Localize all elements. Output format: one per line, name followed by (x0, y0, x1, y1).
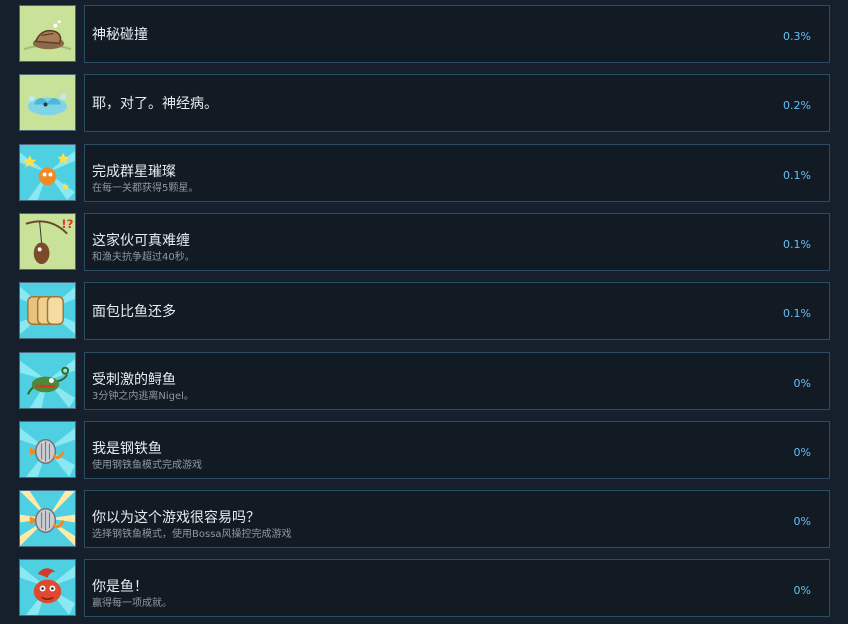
achievement-title: 完成群星璀璨 (92, 164, 176, 180)
unlock-percentage: 0.3% (783, 30, 811, 43)
achievement-row: 受刺激的鲟鱼 3分钟之内逃离Nigel。 0% (0, 352, 848, 410)
achievement-description: 和渔夫抗争超过40秒。 (92, 252, 195, 263)
achievement-title: 神秘碰撞 (92, 27, 148, 43)
star-fish-icon (19, 144, 76, 201)
achievement-panel: 受刺激的鲟鱼 3分钟之内逃离Nigel。 0% (84, 352, 830, 410)
achievement-panel: 这家伙可真难缠和渔夫抗争超过40秒。 0.1% (84, 213, 830, 271)
achievement-row: 神秘碰撞 0.3% (0, 5, 848, 63)
unlock-percentage: 0% (793, 584, 811, 597)
achievement-panel: 耶，对了。神经病。 0.2% (84, 74, 830, 132)
achievement-panel: 你以为这个游戏很容易吗？ 选择钢铁鱼模式，使用Bossa风操控完成游戏 0% (84, 490, 830, 548)
achievement-description: 使用钢铁鱼模式完成游戏 (92, 460, 202, 471)
achievement-title: 耶，对了。神经病。 (92, 96, 218, 112)
iron-fish-icon (19, 421, 76, 478)
achievement-row: !? 这家伙可真难缠和渔夫抗争超过40秒。 0.1% (0, 213, 848, 271)
achievement-title: 你是鱼！ (92, 579, 148, 595)
achievement-description: 3分钟之内逃离Nigel。 (92, 391, 194, 402)
achievement-row: 耶，对了。神经病。 0.2% (0, 74, 848, 132)
splash-fish-icon (19, 74, 76, 131)
bread-icon (19, 282, 76, 339)
achievement-description: 选择钢铁鱼模式，使用Bossa风操控完成游戏 (92, 529, 292, 540)
unlock-percentage: 0% (793, 377, 811, 390)
unlock-percentage: 0.1% (783, 238, 811, 251)
unlock-percentage: 0.2% (783, 99, 811, 112)
achievement-title: 这家伙可真难缠 (92, 233, 190, 249)
achievement-row: 完成群星璀璨在每一关都获得5颗星。 0.1% (0, 144, 848, 202)
unlock-percentage: 0.1% (783, 307, 811, 320)
achievement-title: 面包比鱼还多 (92, 304, 176, 320)
achievement-description: 在每一关都获得5颗星。 (92, 183, 199, 194)
achievement-panel: 面包比鱼还多 0.1% (84, 282, 830, 340)
hooked-fish-icon: !? (19, 213, 76, 270)
unlock-percentage: 0% (793, 446, 811, 459)
achievement-panel: 完成群星璀璨在每一关都获得5颗星。 0.1% (84, 144, 830, 202)
achievement-description: 赢得每一项成就。 (92, 598, 172, 609)
achievement-row: 你是鱼！ 赢得每一项成就。 0% (0, 559, 848, 617)
unlock-percentage: 0% (793, 515, 811, 528)
achievement-title: 我是钢铁鱼 (92, 441, 162, 457)
red-fish-icon (19, 559, 76, 616)
achievement-title: 受刺激的鲟鱼 (92, 372, 176, 388)
achievement-title: 你以为这个游戏很容易吗？ (92, 510, 260, 526)
achievement-panel: 你是鱼！ 赢得每一项成就。 0% (84, 559, 830, 617)
iron-fish-burst-icon (19, 490, 76, 547)
angry-sturgeon-icon (19, 352, 76, 409)
achievement-panel: 神秘碰撞 0.3% (84, 5, 830, 63)
achievement-page: { "achievements": [ { "title": "神秘碰撞", "… (0, 0, 848, 624)
achievement-panel: 我是钢铁鱼使用钢铁鱼模式完成游戏 0% (84, 421, 830, 479)
achievement-row: 你以为这个游戏很容易吗？ 选择钢铁鱼模式，使用Bossa风操控完成游戏 0% (0, 490, 848, 548)
svg-text:!?: !? (61, 217, 73, 231)
achievement-row: 面包比鱼还多 0.1% (0, 282, 848, 340)
unlock-percentage: 0.1% (783, 169, 811, 182)
achievement-row: 我是钢铁鱼使用钢铁鱼模式完成游戏 0% (0, 421, 848, 479)
mystery-collision-icon (19, 5, 76, 62)
